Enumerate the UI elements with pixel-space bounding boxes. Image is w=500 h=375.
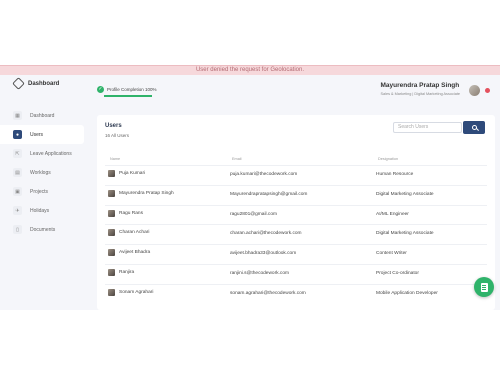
grid-icon: ▦ [13, 111, 22, 120]
user-designation-cell: Project Co-ordinator [376, 270, 419, 276]
notification-dot-icon[interactable] [485, 88, 490, 93]
user-name-cell: Ragu Rans [108, 209, 143, 217]
worklog-icon: ▤ [13, 168, 22, 177]
avatar [108, 189, 115, 197]
user-name-cell: Ranjira [108, 268, 135, 276]
user-name-text: Mayurendra Pratap Singh [119, 190, 174, 196]
column-header-email: Email [232, 157, 242, 161]
user-designation-cell: Digital Marketing Associate [376, 231, 434, 237]
bottom-whitespace [0, 310, 500, 375]
brand[interactable]: Dashboard [12, 77, 60, 90]
brand-label: Dashboard [28, 80, 60, 87]
sidebar-nav: ▦ Dashboard ● Users ⇱ Leave Applications… [0, 106, 92, 239]
search-button[interactable] [463, 121, 485, 134]
profile-completion-label: Profile Completion 100% [107, 87, 157, 92]
table-row[interactable]: Puja Kumari puja.kumari@thecodework.com … [105, 165, 487, 185]
dashboard-logo-icon [12, 77, 25, 90]
users-icon: ● [13, 130, 22, 139]
user-designation-cell: Human Resource [376, 172, 414, 177]
avatar [108, 268, 115, 276]
table-row[interactable]: Sonam Agrahari sonam.agrahari@thecodewor… [105, 283, 487, 304]
user-name-cell: Charan Achari [108, 229, 150, 237]
users-table-body: Puja Kumari puja.kumari@thecodework.com … [97, 165, 495, 304]
avatar [108, 249, 115, 257]
clipboard-icon [480, 282, 488, 292]
user-email-cell: charan.achari@thecodework.com [230, 231, 302, 237]
document-icon: ▯ [13, 225, 22, 234]
user-name-text: Ranjira [119, 269, 135, 275]
sidebar-item-documents[interactable]: ▯ Documents [0, 220, 92, 239]
user-name-text: Ragu Rans [119, 210, 143, 216]
user-name-cell: Avijeet Bhadra [108, 249, 151, 257]
users-panel: Users 16 All Users Search Users Name Ema… [97, 115, 495, 310]
user-name-text: Charan Achari [119, 230, 150, 236]
user-count: 16 All Users [105, 133, 130, 138]
avatar [108, 288, 115, 296]
user-name-text: Sonam Agrahari [119, 289, 154, 295]
table-row[interactable]: Ragu Rans ragu2801@gmail.com AI/ML Engin… [105, 204, 487, 225]
table-row[interactable]: Mayurendra Pratap Singh Mayurendrapratap… [105, 184, 487, 205]
user-info[interactable]: Mayurendra Pratap Singh Sales & Marketin… [381, 82, 461, 96]
profile-progress-fill [104, 95, 152, 97]
page-title: Users [105, 123, 122, 129]
sidebar-item-label: Worklogs [30, 169, 51, 176]
holiday-icon: ✈ [13, 206, 22, 215]
search-icon [471, 125, 477, 130]
app-shell: Dashboard ▦ Dashboard ● Users ⇱ Leave Ap… [0, 75, 500, 310]
search-input[interactable]: Search Users [393, 122, 462, 133]
user-email-cell: puja.kumari@thecodework.com [230, 172, 298, 177]
sidebar-item-label: Holidays [30, 207, 50, 214]
user-designation-cell: Digital Marketing Associate [376, 191, 434, 197]
column-header-designation: Designation [378, 157, 399, 161]
avatar [108, 209, 115, 217]
avatar[interactable] [469, 85, 480, 96]
sidebar-item-label: Users [30, 131, 44, 138]
sidebar-item-holidays[interactable]: ✈ Holidays [0, 201, 92, 220]
geolocation-banner: User denied the request for Geolocation. [0, 65, 500, 75]
user-role: Sales & Marketing | Digital Marketing As… [380, 92, 461, 96]
projects-icon: ▣ [13, 187, 22, 196]
column-header-name: Name [110, 157, 121, 161]
sidebar-item-dashboard[interactable]: ▦ Dashboard [0, 106, 92, 125]
top-whitespace [0, 0, 500, 65]
sidebar-item-label: Dashboard [30, 112, 55, 119]
sidebar-item-label: Leave Applications [30, 150, 72, 157]
table-row[interactable]: Charan Achari charan.achari@thecodework.… [105, 224, 487, 244]
check-icon: ✓ [97, 86, 104, 93]
avatar [108, 170, 115, 177]
user-email-cell: avijeet.bhadra33@outlook.com [230, 251, 297, 257]
sidebar-item-worklogs[interactable]: ▤ Worklogs [0, 163, 92, 182]
sidebar-item-projects[interactable]: ▣ Projects [0, 182, 92, 201]
clipboard-fab-button[interactable] [474, 277, 494, 297]
profile-completion: ✓ Profile Completion 100% [97, 86, 157, 93]
table-row[interactable]: Avijeet Bhadra avijeet.bhadra33@outlook.… [105, 244, 487, 264]
leave-icon: ⇱ [13, 149, 22, 158]
table-header: Name Email Designation [107, 157, 487, 165]
table-row[interactable]: Ranjira ranjini.s@thecodework.com Projec… [105, 263, 487, 284]
sidebar-item-label: Projects [30, 188, 49, 195]
user-email-cell: ragu2801@gmail.com [230, 211, 277, 217]
user-email-cell: Mayurendrapratapsingh@gmail.com [230, 191, 308, 197]
sidebar-item-users[interactable]: ● Users [0, 125, 84, 144]
user-name-text: Avijeet Bhadra [119, 250, 151, 256]
user-designation-cell: Content Writer [376, 251, 407, 257]
sidebar-item-label: Documents [30, 226, 56, 233]
user-email-cell: sonam.agrahari@thecodework.com [230, 290, 306, 296]
profile-progress-bar [104, 95, 152, 97]
sidebar-item-leave-applications[interactable]: ⇱ Leave Applications [0, 144, 92, 163]
user-name-cell: Sonam Agrahari [108, 288, 154, 296]
user-email-cell: ranjini.s@thecodework.com [230, 270, 289, 276]
user-designation-cell: Mobile Application Developer [376, 290, 438, 296]
user-name: Mayurendra Pratap Singh [380, 82, 460, 89]
sidebar: Dashboard ▦ Dashboard ● Users ⇱ Leave Ap… [0, 75, 92, 310]
user-name-cell: Mayurendra Pratap Singh [108, 189, 174, 197]
user-designation-cell: AI/ML Engineer [376, 211, 409, 217]
user-name-cell: Puja Kumari [108, 170, 145, 177]
avatar [108, 229, 115, 237]
user-name-text: Puja Kumari [119, 171, 146, 176]
